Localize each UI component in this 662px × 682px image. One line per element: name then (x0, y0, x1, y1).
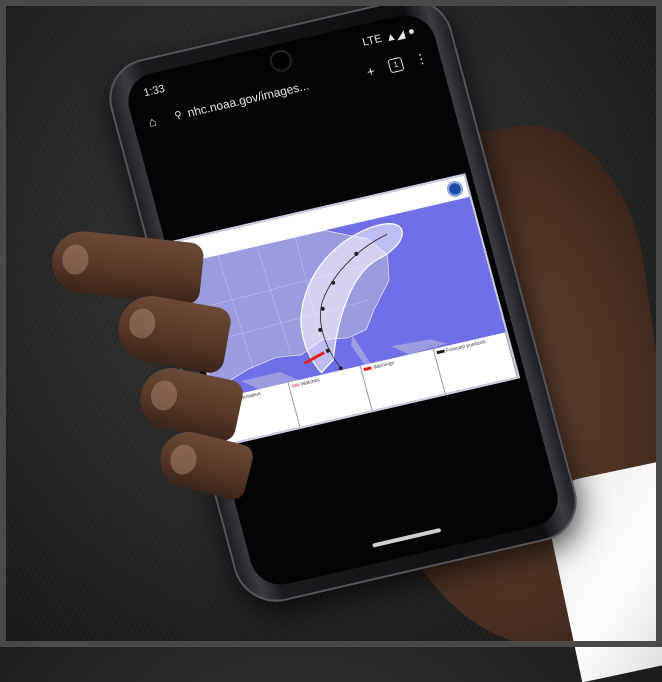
fingernail (167, 441, 200, 478)
noaa-logo-icon (445, 179, 465, 199)
home-gesture-bar[interactable] (372, 527, 442, 548)
network-type: LTE (361, 32, 384, 49)
status-time: 1:33 (142, 82, 167, 100)
overflow-menu-icon[interactable]: ⋮ (410, 48, 432, 69)
fingernail (148, 378, 180, 413)
fingernail (60, 243, 90, 276)
home-icon[interactable]: ⌂ (141, 111, 163, 132)
tab-switcher-icon[interactable]: 1 (385, 54, 407, 75)
signal-icon: ▲◢ (384, 28, 407, 45)
battery-icon: ● (406, 25, 417, 39)
site-info-icon[interactable]: ⚲ (173, 109, 183, 121)
status-icons: LTE ▲◢ ● (361, 25, 416, 50)
new-tab-icon[interactable]: + (359, 60, 381, 81)
fingernail (126, 306, 158, 341)
